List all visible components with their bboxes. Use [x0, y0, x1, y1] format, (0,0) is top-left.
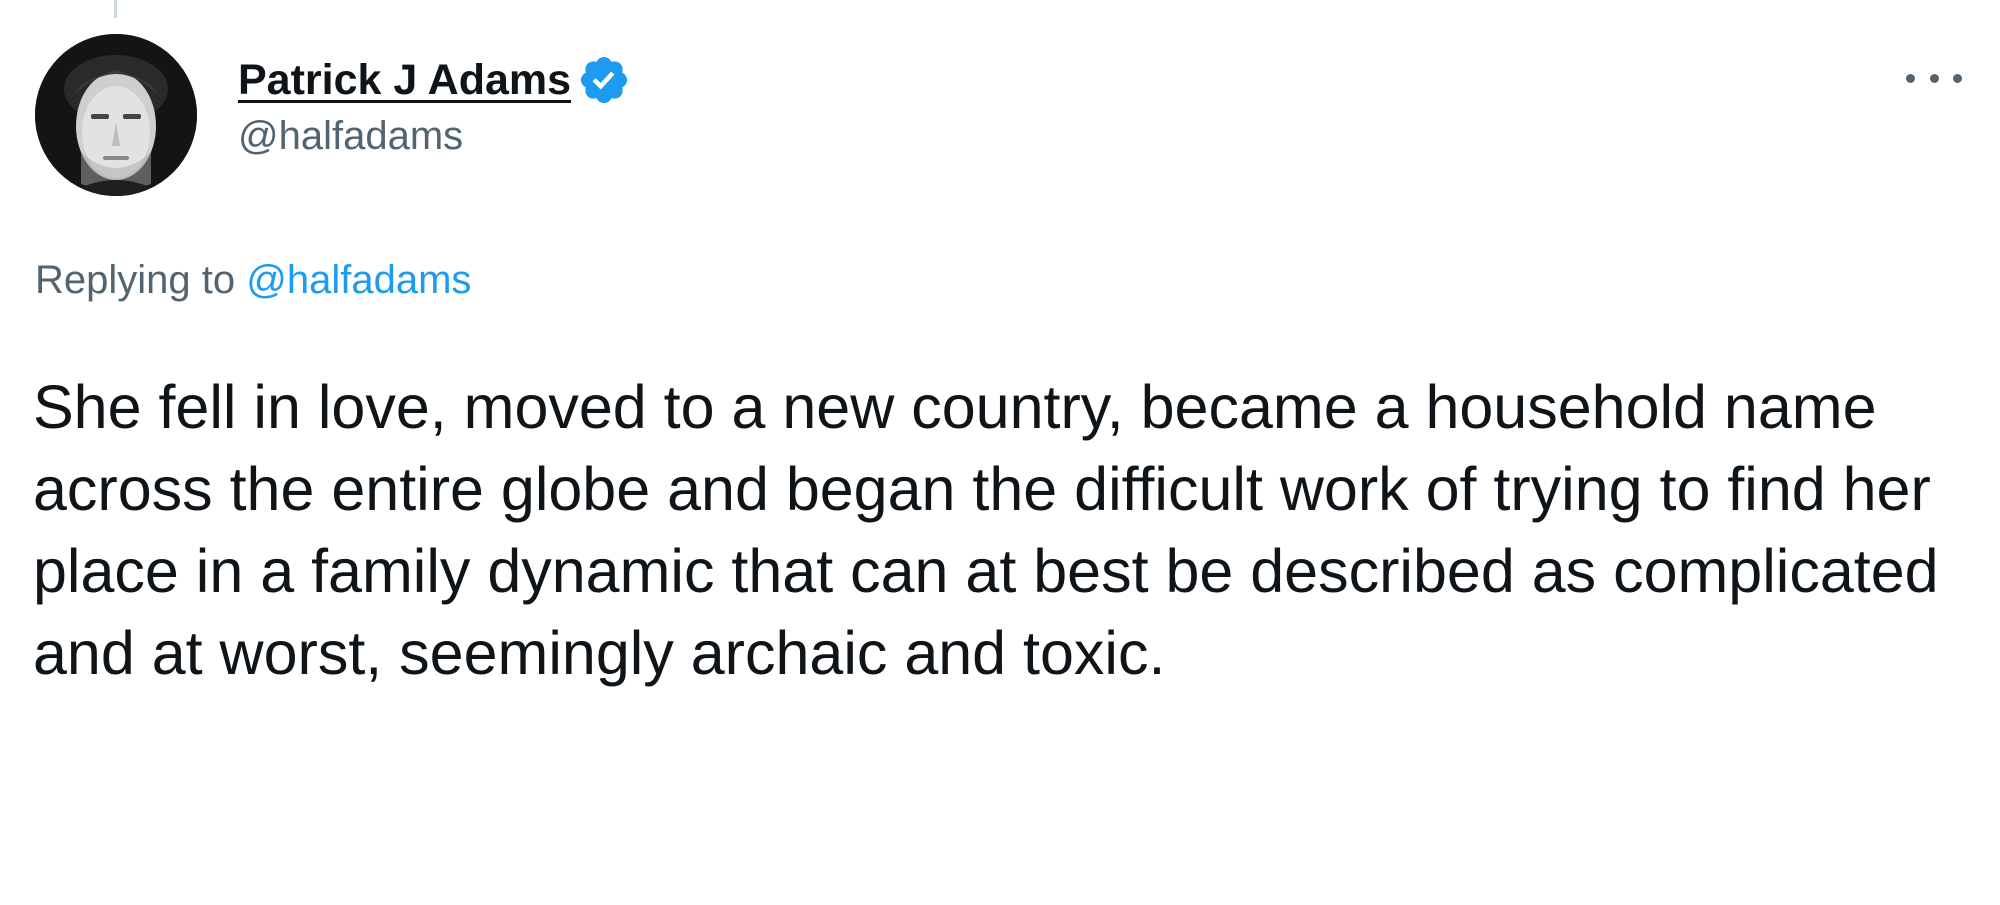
more-options-icon[interactable] [1906, 58, 1962, 98]
more-dot [1929, 73, 1939, 83]
avatar-image [35, 34, 197, 196]
verified-badge-icon [577, 53, 631, 107]
more-dot [1953, 73, 1962, 83]
tweet-body-text: She fell in love, moved to a new country… [33, 373, 1939, 687]
replying-to-prefix: Replying to [35, 258, 236, 302]
avatar[interactable] [35, 34, 197, 196]
tweet-header: Patrick J Adams @halfadams [238, 52, 631, 159]
author-handle[interactable]: @halfadams [238, 114, 631, 159]
replying-to-mention-link[interactable]: @halfadams [246, 258, 471, 302]
thread-connector-line [114, 0, 117, 18]
more-dot [1906, 73, 1915, 83]
replying-to-line: Replying to @halfadams [35, 258, 471, 303]
name-row: Patrick J Adams [238, 52, 631, 108]
author-display-name[interactable]: Patrick J Adams [238, 56, 571, 105]
